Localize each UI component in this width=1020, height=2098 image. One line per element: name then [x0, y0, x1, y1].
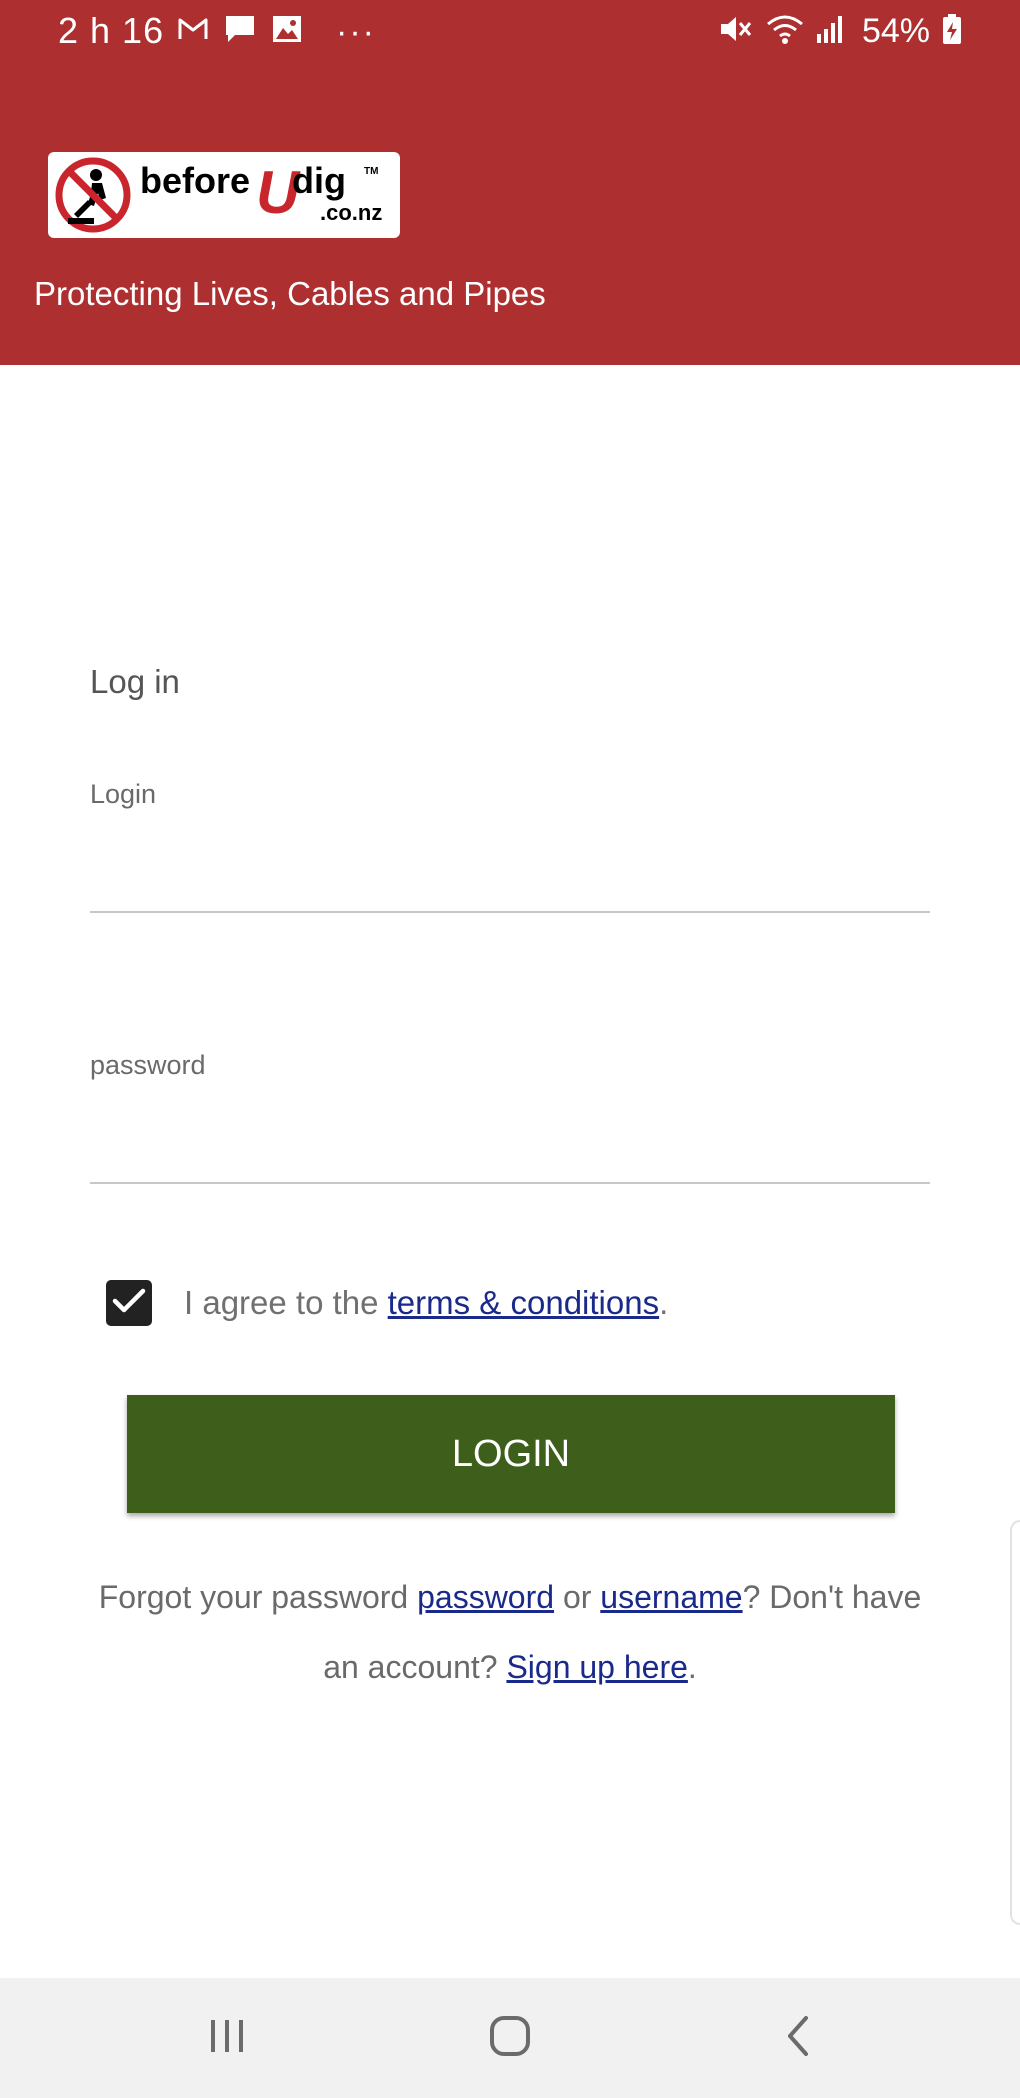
gmail-icon	[178, 17, 208, 46]
password-label: password	[90, 1050, 206, 1080]
login-label: Login	[90, 779, 157, 809]
terms-checkbox[interactable]	[106, 1280, 152, 1326]
app-header: 2 h 16 ··· 54% before U dig TM .co.nz Pr…	[0, 0, 1020, 365]
recent-apps-button[interactable]	[185, 1996, 269, 2080]
login-input[interactable]	[90, 853, 930, 913]
terms-conditions-link[interactable]: terms & conditions	[388, 1284, 659, 1321]
no-dig-sign-icon	[54, 156, 132, 238]
agree-suffix: .	[659, 1284, 669, 1321]
more-notifications-icon: ···	[336, 12, 376, 51]
status-time: 2 h 16	[58, 10, 165, 51]
checkmark-icon	[112, 1287, 146, 1320]
system-nav-bar	[0, 1978, 1020, 2098]
recent-apps-icon	[205, 2016, 249, 2061]
sign-up-link[interactable]: Sign up here	[506, 1649, 687, 1685]
status-icons: 54%	[718, 12, 962, 51]
login-button[interactable]: LOGIN	[127, 1395, 895, 1513]
agree-prefix: I agree to the	[184, 1284, 388, 1321]
forgot-username-link[interactable]: username	[600, 1579, 742, 1615]
notification-icons: ···	[178, 14, 376, 49]
beforeudig-logo: before U dig TM .co.nz	[48, 152, 400, 238]
password-input[interactable]	[90, 1124, 930, 1184]
forgot-password-link[interactable]: password	[417, 1579, 554, 1615]
signal-icon	[816, 14, 846, 49]
logo-domain: .co.nz	[320, 200, 383, 225]
logo-text-before: before	[140, 160, 251, 201]
edge-panel-handle[interactable]	[1010, 1520, 1020, 1925]
tagline: Protecting Lives, Cables and Pipes	[34, 275, 546, 312]
terms-agreement-row: I agree to the terms & conditions.	[106, 1280, 668, 1326]
form-heading: Log in	[90, 663, 180, 700]
back-button[interactable]	[755, 1996, 839, 2080]
help-suffix: .	[687, 1649, 697, 1685]
wifi-icon	[766, 13, 804, 50]
message-icon	[224, 14, 256, 49]
account-help-text: Forgot your password password or usernam…	[90, 1562, 930, 1702]
status-bar: 2 h 16 ··· 54%	[0, 0, 1020, 70]
logo-trademark: TM	[364, 166, 379, 177]
home-button[interactable]	[468, 1996, 552, 2080]
agree-text: I agree to the terms & conditions.	[184, 1284, 668, 1322]
battery-percent: 54%	[861, 12, 930, 50]
home-icon	[488, 2014, 532, 2063]
back-icon	[782, 2014, 812, 2063]
logo-text-dig: dig	[292, 160, 346, 201]
or-text: or	[554, 1579, 601, 1615]
mute-icon	[718, 13, 754, 50]
forgot-prefix: Forgot your password	[98, 1579, 418, 1615]
gallery-icon	[272, 15, 302, 48]
battery-charging-icon	[942, 13, 962, 50]
